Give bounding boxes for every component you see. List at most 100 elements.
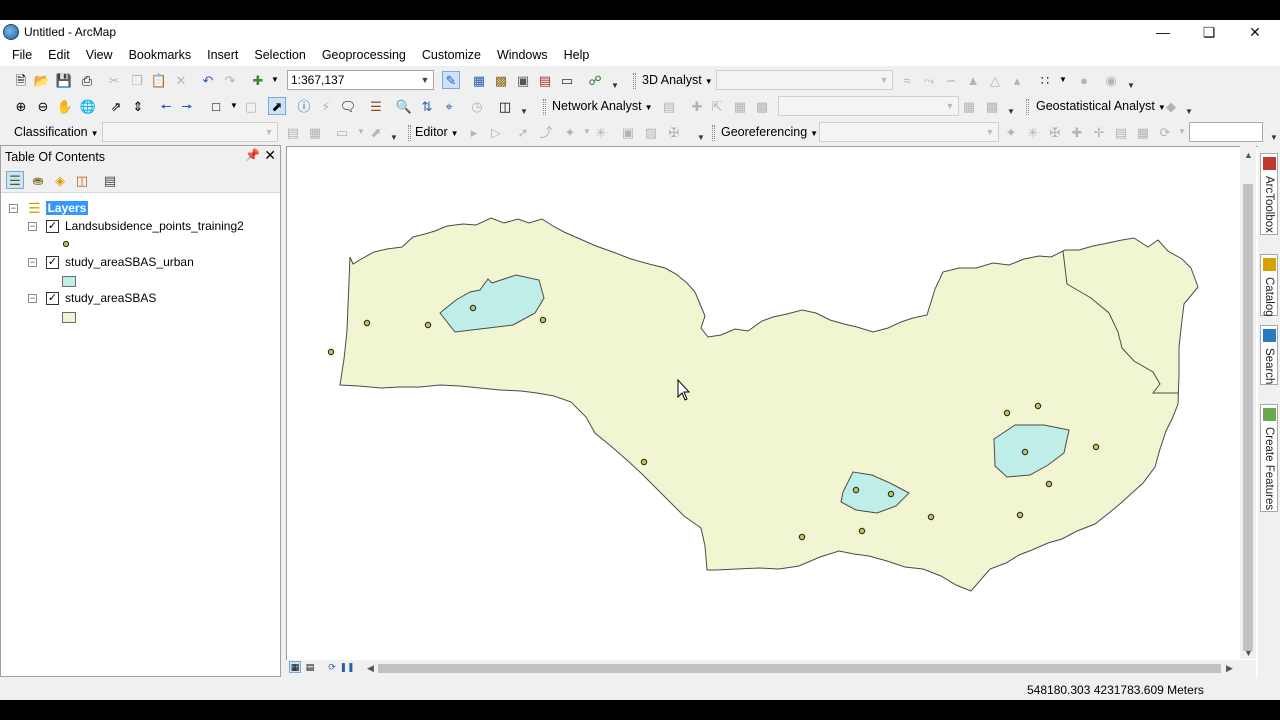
rotate-icon[interactable]: ✦ bbox=[1002, 123, 1020, 141]
fixed-zoom-in-icon[interactable]: ⇗ bbox=[107, 97, 125, 115]
training-point[interactable] bbox=[887, 490, 895, 498]
close-button[interactable]: ✕ bbox=[1232, 20, 1278, 44]
select-training-icon[interactable]: ⬈ bbox=[367, 123, 385, 141]
analyst-3d-dropdown[interactable]: 3D Analyst ▼ bbox=[638, 71, 717, 89]
contour-icon[interactable]: ≈ bbox=[898, 71, 916, 89]
arctoolbox-tab[interactable]: ArcToolbox bbox=[1260, 153, 1278, 235]
training-point[interactable] bbox=[858, 527, 866, 535]
training-sample-manager-icon[interactable]: ▤ bbox=[284, 123, 302, 141]
add-control-points-2-icon[interactable]: ✛ bbox=[1090, 123, 1108, 141]
html-popup-icon[interactable]: 🗨 bbox=[339, 97, 357, 115]
toolbar-options-icon[interactable]: ▼ bbox=[390, 124, 398, 142]
layer-combo-3d[interactable]: ▼ bbox=[716, 70, 893, 90]
training-point[interactable] bbox=[1016, 511, 1024, 519]
fixed-zoom-out-icon[interactable]: ⇕ bbox=[129, 97, 147, 115]
vertical-scroll-thumb[interactable] bbox=[1243, 184, 1253, 651]
cut-icon[interactable]: ✂ bbox=[105, 71, 123, 89]
graph-dropdown-icon[interactable]: ▼ bbox=[1054, 71, 1072, 89]
add-data-dropdown-icon[interactable]: ▼ bbox=[266, 71, 284, 89]
training-point[interactable] bbox=[363, 319, 371, 327]
identify-icon[interactable]: ⓘ bbox=[295, 97, 313, 115]
training-point[interactable] bbox=[640, 458, 648, 466]
toolbar-options-icon[interactable]: ▼ bbox=[1270, 124, 1278, 142]
toolbar-options-icon[interactable]: ▼ bbox=[1007, 98, 1015, 116]
redo-icon[interactable]: ↷ bbox=[221, 71, 239, 89]
training-point[interactable] bbox=[469, 304, 477, 312]
minimize-button[interactable]: — bbox=[1140, 20, 1186, 44]
menu-bookmarks[interactable]: Bookmarks bbox=[121, 44, 200, 66]
menu-insert[interactable]: Insert bbox=[199, 44, 246, 66]
georeferencing-dropdown[interactable]: Georeferencing ▼ bbox=[717, 123, 822, 141]
classification-layer-combo[interactable]: ▼ bbox=[102, 122, 278, 142]
menu-file[interactable]: File bbox=[4, 44, 40, 66]
profile-graph-icon[interactable]: ▲ bbox=[964, 71, 982, 89]
classification-dropdown[interactable]: Classification ▼ bbox=[10, 123, 103, 141]
modelbuilder-icon[interactable]: ☍ bbox=[586, 71, 604, 89]
point-symbol[interactable] bbox=[62, 235, 70, 253]
scroll-down-icon[interactable]: ▼ bbox=[1244, 648, 1253, 658]
viewer-icon[interactable]: ▦ bbox=[1134, 123, 1152, 141]
layer-name[interactable]: study_areaSBAS bbox=[65, 291, 156, 305]
select-elements-icon[interactable]: ⬈ bbox=[268, 97, 286, 115]
draw-polygon-icon[interactable]: ▭ bbox=[333, 123, 351, 141]
network-identify-icon[interactable]: ▦ bbox=[960, 97, 978, 115]
toolbar-options-icon[interactable]: ▼ bbox=[1127, 72, 1135, 90]
urban-polygon-swatch[interactable] bbox=[62, 276, 76, 287]
list-by-drawing-order-icon[interactable]: ☰ bbox=[6, 171, 24, 189]
list-by-selection-icon[interactable]: ◫ bbox=[73, 171, 91, 189]
delete-icon[interactable]: ✕ bbox=[172, 71, 190, 89]
arcglobe-icon[interactable]: ● bbox=[1075, 71, 1093, 89]
layer-urban[interactable]: − ✓ study_areaSBAS_urban bbox=[28, 253, 194, 271]
create-signature-icon[interactable]: ▦ bbox=[306, 123, 324, 141]
add-data-icon[interactable]: ✚ bbox=[249, 71, 267, 89]
hyperlink-icon[interactable]: ⚡ bbox=[317, 97, 335, 115]
map-display[interactable] bbox=[286, 146, 1280, 677]
interpolate-line-icon[interactable]: △ bbox=[986, 71, 1004, 89]
search-tab[interactable]: Search bbox=[1260, 325, 1278, 385]
full-extent-icon[interactable]: 🌐 bbox=[79, 97, 97, 115]
collapse-icon[interactable]: − bbox=[28, 221, 37, 231]
create-features-tab[interactable]: Create Features bbox=[1260, 404, 1278, 512]
toolbar-options-icon[interactable]: ▼ bbox=[611, 72, 619, 90]
add-control-points-icon[interactable]: ✚ bbox=[1068, 123, 1086, 141]
network-layer-combo[interactable]: ▼ bbox=[778, 96, 959, 116]
time-slider-icon[interactable]: ◷ bbox=[468, 97, 486, 115]
auto-registration-icon[interactable]: ⟳ bbox=[1156, 123, 1174, 141]
layers-root-label[interactable]: Layers bbox=[45, 201, 89, 215]
network-analyst-dropdown[interactable]: Network Analyst ▼ bbox=[548, 97, 657, 115]
layer-points[interactable]: − ✓ Landsubsidence_points_training2 bbox=[28, 217, 244, 235]
directions-icon[interactable]: ▩ bbox=[983, 97, 1001, 115]
scale-icon[interactable]: ✠ bbox=[1046, 123, 1064, 141]
undo-icon[interactable]: ↶ bbox=[199, 71, 217, 89]
new-document-icon[interactable]: 🗎 bbox=[12, 71, 30, 89]
find-route-icon[interactable]: ⇅ bbox=[418, 97, 436, 115]
build-network-icon[interactable]: ▦ bbox=[731, 97, 749, 115]
copy-icon[interactable]: ❐ bbox=[128, 71, 146, 89]
restore-button[interactable]: ❏ bbox=[1186, 20, 1232, 44]
pause-drawing-icon[interactable]: ❚❚ bbox=[339, 661, 354, 673]
select-features-icon[interactable]: □ bbox=[207, 97, 225, 115]
editor-dropdown[interactable]: Editor ▼ bbox=[411, 123, 463, 141]
clear-selection-icon[interactable]: ▢ bbox=[242, 97, 260, 115]
scroll-left-icon[interactable]: ◀ bbox=[367, 663, 374, 674]
steepest-path-icon[interactable]: ⤳ bbox=[920, 71, 938, 89]
straight-segment-icon[interactable]: ➚ bbox=[514, 123, 532, 141]
list-by-visibility-icon[interactable]: ◈ bbox=[51, 171, 69, 189]
training-point[interactable] bbox=[1092, 443, 1100, 451]
map-canvas[interactable] bbox=[287, 147, 1241, 661]
select-dropdown-icon[interactable]: ▼ bbox=[225, 97, 243, 115]
zoom-in-icon[interactable]: ⊕ bbox=[12, 97, 30, 115]
toolbar-options-icon[interactable]: ▼ bbox=[1185, 98, 1193, 116]
view-link-table-icon[interactable]: ▤ bbox=[1112, 123, 1130, 141]
training-point[interactable] bbox=[1003, 409, 1011, 417]
save-icon[interactable]: 💾 bbox=[55, 71, 73, 89]
toolbar-options-icon[interactable]: ▼ bbox=[697, 124, 705, 142]
pan-icon[interactable]: ✋ bbox=[56, 97, 74, 115]
layer-visibility-checkbox[interactable]: ✓ bbox=[46, 219, 59, 233]
end-point-arc-icon[interactable]: ⤴ bbox=[537, 123, 555, 141]
map-scale-combo[interactable]: 1:367,137 ▼ bbox=[287, 70, 434, 90]
training-point[interactable] bbox=[539, 316, 547, 324]
training-point[interactable] bbox=[798, 533, 806, 541]
menu-customize[interactable]: Customize bbox=[414, 44, 489, 66]
reshape-feature-icon[interactable]: ▨ bbox=[642, 123, 660, 141]
